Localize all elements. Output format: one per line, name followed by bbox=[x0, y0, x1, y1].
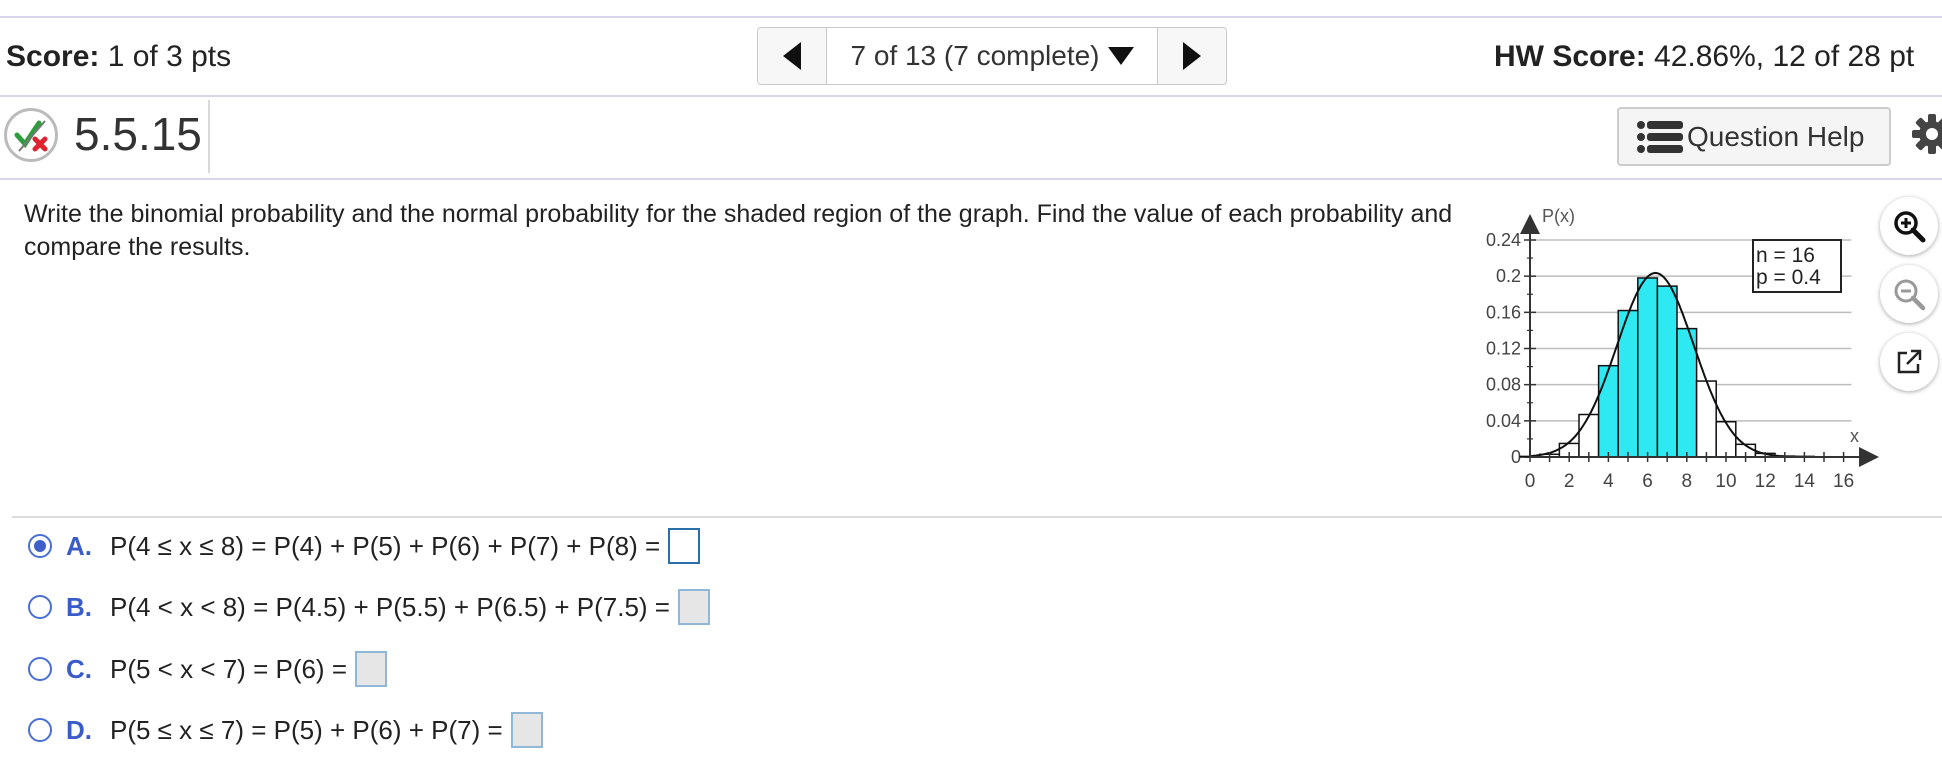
score: Score: 1 of 3 pts bbox=[6, 40, 232, 73]
option-d[interactable]: D. P(5 ≤ x ≤ 7) = P(5) + P(6) + P(7) = bbox=[28, 710, 543, 750]
zoom-out-icon bbox=[1894, 279, 1926, 311]
option-a-answer-box[interactable] bbox=[668, 528, 701, 564]
question-prompt: Write the binomial probability and the n… bbox=[24, 200, 1453, 261]
bar-x-7 bbox=[1656, 285, 1678, 458]
option-c-radio[interactable] bbox=[28, 657, 52, 681]
x-tick-label: 4 bbox=[1603, 471, 1614, 492]
x-tick-label: 0 bbox=[1525, 471, 1536, 492]
y-tick-label: 0.12 bbox=[1486, 339, 1521, 359]
partial-credit-icon bbox=[4, 108, 58, 162]
zoom-in-button[interactable] bbox=[1880, 197, 1938, 255]
binomial-histogram: P(x) x 00.040.080.120.160.20.240 2 4 6 8 10 12… bbox=[1486, 206, 1880, 492]
question-help-label: Question Help bbox=[1687, 120, 1865, 152]
option-a-radio[interactable] bbox=[28, 534, 52, 558]
next-arrow-icon bbox=[1183, 42, 1201, 70]
bar-x-4 bbox=[1597, 364, 1619, 458]
popout-icon bbox=[1897, 349, 1922, 374]
option-d-letter: D. bbox=[66, 714, 92, 745]
section-divider bbox=[0, 178, 1942, 180]
x-tick-label: 14 bbox=[1794, 471, 1816, 492]
option-c[interactable]: C. P(5 < x < 7) = P(6) = bbox=[28, 649, 387, 689]
list-icon bbox=[1637, 120, 1683, 153]
option-c-letter: C. bbox=[66, 653, 92, 684]
radio-selected-dot bbox=[34, 540, 46, 552]
option-d-text: P(5 ≤ x ≤ 7) = P(5) + P(6) + P(7) = bbox=[110, 714, 503, 745]
x-tick-label: 16 bbox=[1833, 471, 1854, 492]
x-tick-label: 2 bbox=[1564, 471, 1575, 492]
legend-n: n = 16 bbox=[1756, 244, 1815, 267]
bar-x-9 bbox=[1695, 380, 1717, 458]
x-axis-label: x bbox=[1850, 426, 1859, 446]
y-tick-label: 0.04 bbox=[1486, 411, 1521, 431]
x-tick-label: 12 bbox=[1755, 471, 1776, 492]
bar-x-10 bbox=[1715, 420, 1737, 458]
question-number: 5.5.15 bbox=[74, 108, 202, 160]
option-a-text: P(4 ≤ x ≤ 8) = P(4) + P(5) + P(6) + P(7)… bbox=[110, 530, 661, 561]
question-dropdown[interactable]: 7 of 13 (7 complete) bbox=[826, 28, 1158, 84]
option-b-text: P(4 < x < 8) = P(4.5) + P(5.5) + P(6.5) … bbox=[110, 591, 670, 622]
y-tick-label: 0.2 bbox=[1496, 266, 1521, 286]
chart-legend: n = 16 p = 0.4 bbox=[1752, 239, 1842, 293]
y-tick-label: 0.08 bbox=[1486, 375, 1521, 395]
option-b-radio[interactable] bbox=[28, 595, 52, 619]
popout-button[interactable] bbox=[1880, 333, 1938, 391]
x-tick-label: 6 bbox=[1642, 471, 1653, 492]
question-number-divider bbox=[208, 100, 210, 173]
question-help-button[interactable]: Question Help bbox=[1617, 107, 1891, 166]
zoom-out-button[interactable] bbox=[1880, 265, 1938, 323]
bar-x-3 bbox=[1578, 413, 1600, 458]
options-divider bbox=[12, 516, 1942, 518]
x-tick-label: 10 bbox=[1715, 471, 1736, 492]
top-divider bbox=[0, 16, 1942, 18]
option-d-radio[interactable] bbox=[28, 718, 52, 742]
option-d-answer-box[interactable] bbox=[510, 712, 543, 748]
next-question-button[interactable] bbox=[1158, 28, 1226, 84]
gear-icon[interactable] bbox=[1912, 114, 1942, 154]
previous-question-button[interactable] bbox=[758, 28, 826, 84]
y-axis-label: P(x) bbox=[1542, 206, 1575, 226]
hw-score: HW Score: 42.86%, 12 of 28 pt bbox=[1494, 40, 1915, 73]
y-tick-label: 0.16 bbox=[1486, 302, 1521, 322]
question-navigator: 7 of 13 (7 complete) bbox=[757, 27, 1227, 85]
option-b-answer-box[interactable] bbox=[677, 589, 710, 625]
option-b-letter: B. bbox=[66, 591, 92, 622]
option-c-answer-box[interactable] bbox=[355, 651, 387, 687]
option-b[interactable]: B. P(4 < x < 8) = P(4.5) + P(5.5) + P(6.5… bbox=[28, 587, 710, 627]
legend-p: p = 0.4 bbox=[1756, 266, 1821, 289]
dropdown-arrow-icon bbox=[1107, 47, 1134, 65]
option-a-letter: A. bbox=[66, 530, 92, 561]
option-c-text: P(5 < x < 7) = P(6) = bbox=[110, 653, 347, 684]
bar-x-6 bbox=[1637, 277, 1659, 458]
header-divider bbox=[0, 95, 1942, 97]
previous-arrow-icon bbox=[783, 42, 801, 70]
x-tick-label: 8 bbox=[1682, 471, 1693, 492]
option-a[interactable]: A. P(4 ≤ x ≤ 8) = P(4) + P(5) + P(6) + P(… bbox=[28, 526, 701, 566]
zoom-in-icon bbox=[1894, 211, 1926, 243]
y-tick-label: 0.24 bbox=[1486, 230, 1521, 250]
